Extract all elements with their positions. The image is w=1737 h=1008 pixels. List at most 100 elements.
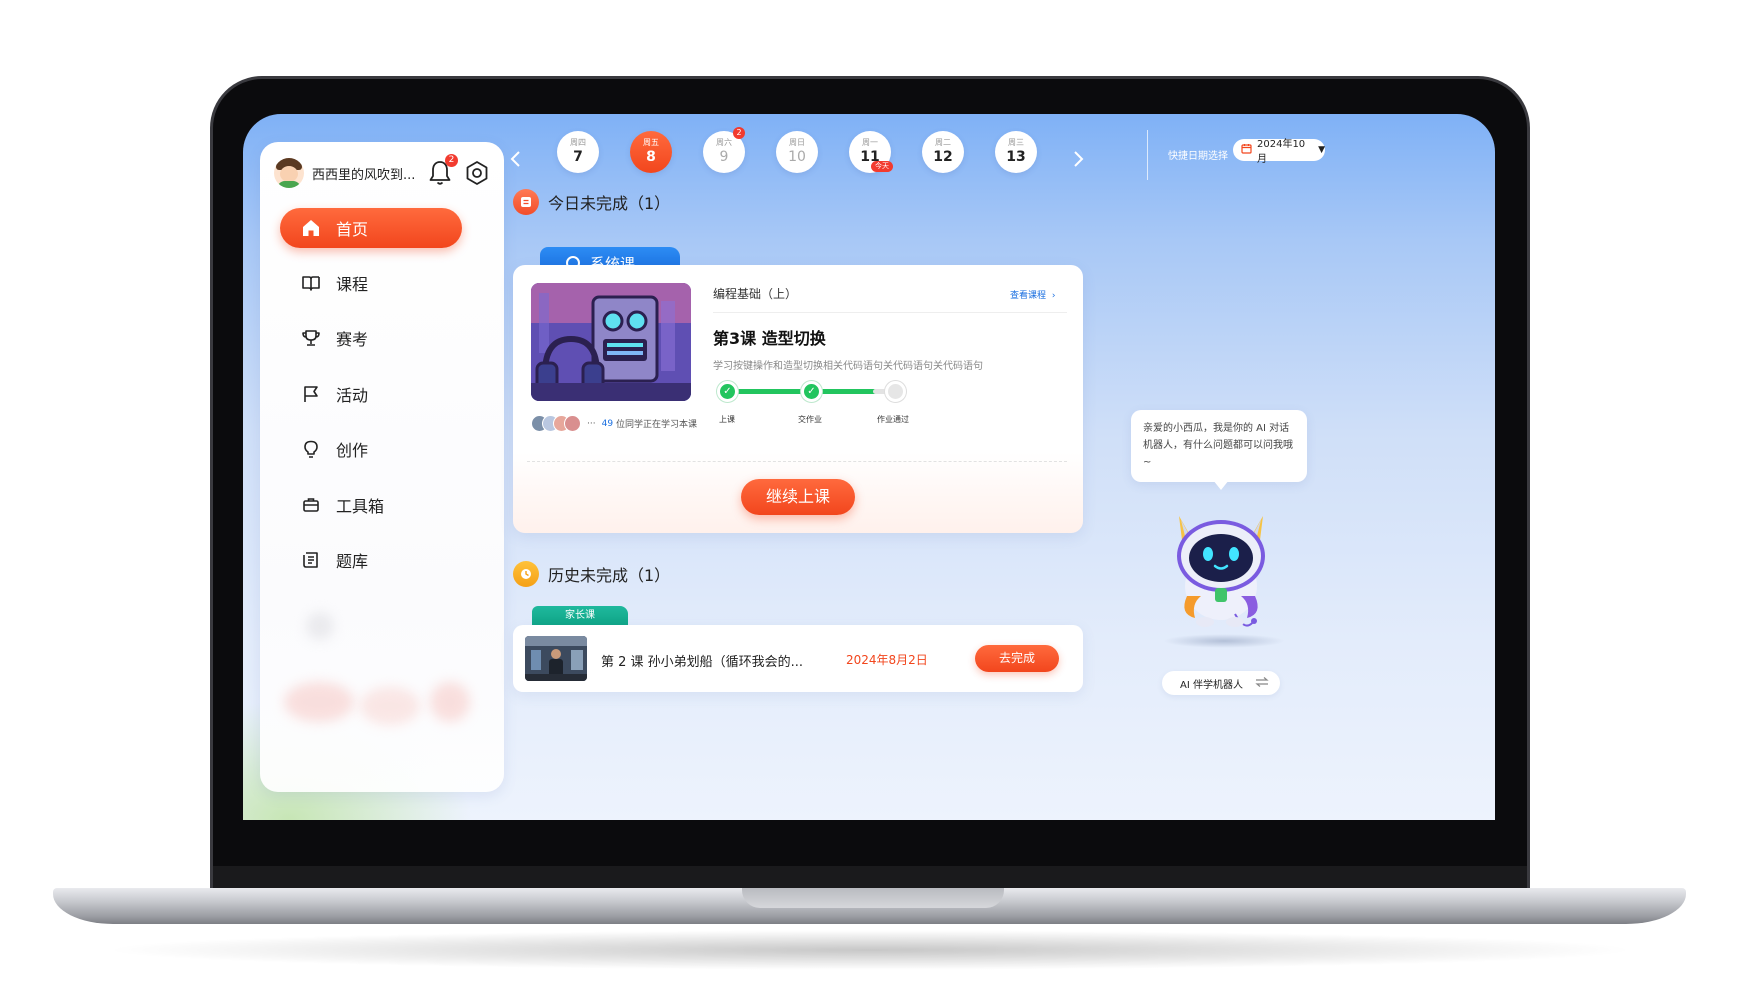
step-label: 交作业 bbox=[798, 415, 822, 424]
flag-icon bbox=[300, 383, 322, 405]
bubble-tail bbox=[1213, 480, 1229, 490]
laptop-shadow bbox=[100, 930, 1640, 970]
course-thumbnail[interactable] bbox=[531, 283, 691, 401]
profile-bar: 西西里的风吹到... 2 bbox=[274, 154, 494, 190]
toolbox-icon bbox=[300, 494, 322, 516]
sidebar-item-create[interactable]: 创作 bbox=[280, 429, 462, 469]
weekday-label: 周三 bbox=[1008, 138, 1024, 147]
profile-name[interactable]: 西西里的风吹到... bbox=[312, 164, 416, 183]
sidebar-item-label: 工具箱 bbox=[336, 497, 385, 516]
robot-speech-bubble: 亲爱的小西瓜，我是你的 AI 对话机器人，有什么问题都可以问我哦~ bbox=[1131, 410, 1307, 482]
sidebar-item-activities[interactable]: 活动 bbox=[280, 374, 462, 414]
link-label: 查看课程 bbox=[1010, 291, 1047, 301]
sidebar-item-label: 题库 bbox=[336, 552, 369, 571]
learners-count: 49 bbox=[601, 418, 614, 429]
weekday-label: 周五 bbox=[643, 138, 659, 147]
sidebar-item-exams[interactable]: 赛考 bbox=[280, 318, 462, 358]
date-number: 9 bbox=[719, 149, 729, 165]
divider bbox=[1147, 130, 1148, 180]
date-item[interactable]: 周日 10 bbox=[776, 131, 818, 173]
date-item-today[interactable]: 周一 11 今天 bbox=[849, 131, 893, 173]
step-done-check-icon: ✓ bbox=[801, 381, 822, 402]
ai-robot-switch[interactable]: AI 伴学机器人 bbox=[1162, 671, 1280, 695]
blurred-decoration bbox=[306, 612, 334, 640]
sidebar-item-question-bank[interactable]: 题库 bbox=[280, 540, 462, 580]
today-task-icon bbox=[513, 189, 539, 215]
step-done-check-icon: ✓ bbox=[717, 381, 738, 402]
view-course-link[interactable]: 查看课程 › bbox=[1010, 288, 1056, 301]
weekday-label: 周日 bbox=[789, 138, 805, 147]
section-title: 今日未完成（1） bbox=[548, 194, 671, 213]
next-week-arrow-icon[interactable] bbox=[1071, 148, 1085, 172]
calendar-icon bbox=[1241, 143, 1252, 157]
swap-icon bbox=[1255, 676, 1269, 690]
sidebar-item-label: 赛考 bbox=[336, 330, 369, 349]
step-label: 上课 bbox=[719, 415, 735, 424]
date-item[interactable]: 周六 9 2 bbox=[703, 127, 745, 173]
weekday-label: 周四 bbox=[570, 138, 586, 147]
laptop-bezel-bottom bbox=[213, 866, 1527, 890]
sidebar-item-label: 活动 bbox=[336, 386, 369, 405]
lesson-title: 第3课 造型切换 bbox=[713, 329, 826, 348]
quick-date-label: 快捷日期选择 bbox=[1168, 151, 1228, 162]
app-screen: 西西里的风吹到... 2 首页 课程 赛考 活动 创作 工具箱 题库 周四 7 … bbox=[243, 114, 1495, 820]
previous-week-arrow-icon[interactable] bbox=[509, 148, 523, 172]
today-section-heading: 今日未完成（1） bbox=[513, 189, 670, 215]
settings-icon[interactable] bbox=[464, 160, 490, 186]
dashed-divider bbox=[527, 461, 1067, 462]
book-icon bbox=[300, 272, 322, 294]
today-course-card: ··· 49 位同学正在学习本课 编程基础（上） 查看课程 › 第3课 造型切换… bbox=[513, 265, 1083, 533]
sidebar-item-label: 课程 bbox=[336, 275, 369, 294]
question-bank-icon bbox=[300, 549, 322, 571]
blurred-decoration bbox=[430, 682, 470, 722]
date-number: 8 bbox=[646, 149, 656, 165]
lightbulb-icon bbox=[300, 438, 322, 460]
caret-down-icon: ▼ bbox=[1318, 145, 1325, 155]
learners-info: ··· 49 位同学正在学习本课 bbox=[531, 415, 697, 432]
section-title: 历史未完成（1） bbox=[548, 566, 671, 585]
sidebar: 西西里的风吹到... 2 首页 课程 赛考 活动 创作 工具箱 题库 bbox=[260, 142, 504, 792]
blurred-decoration bbox=[360, 687, 420, 725]
divider bbox=[713, 312, 1067, 313]
weekday-label: 周一 bbox=[862, 138, 878, 147]
ai-robot-mascot[interactable] bbox=[1161, 504, 1281, 644]
course-name: 编程基础（上） bbox=[713, 287, 798, 301]
lesson-thumbnail[interactable] bbox=[525, 636, 587, 681]
history-section-heading: 历史未完成（1） bbox=[513, 561, 670, 587]
sidebar-item-label: 首页 bbox=[336, 220, 369, 239]
chevron-right-icon: › bbox=[1051, 291, 1056, 301]
date-badge: 2 bbox=[733, 127, 745, 139]
step-pending-icon bbox=[885, 381, 906, 402]
sidebar-item-toolbox[interactable]: 工具箱 bbox=[280, 485, 462, 525]
tab-parent-course[interactable]: 家长课 bbox=[532, 606, 628, 626]
date-item[interactable]: 周四 7 bbox=[557, 131, 599, 173]
learner-avatar bbox=[564, 415, 581, 432]
notification-badge: 2 bbox=[445, 154, 458, 167]
date-number: 12 bbox=[933, 149, 953, 165]
step-label: 作业通过 bbox=[877, 415, 909, 424]
sidebar-item-home[interactable]: 首页 bbox=[280, 208, 462, 248]
date-number: 13 bbox=[1006, 149, 1026, 165]
avatar[interactable] bbox=[274, 158, 304, 188]
history-lesson-title: 第 2 课 孙小弟划船（循环我会的... bbox=[601, 655, 804, 670]
date-item-selected[interactable]: 周五 8 bbox=[630, 131, 672, 173]
history-clock-icon bbox=[513, 561, 539, 587]
date-item[interactable]: 周二 12 bbox=[922, 131, 964, 173]
switch-label: AI 伴学机器人 bbox=[1180, 679, 1243, 691]
go-complete-button[interactable]: 去完成 bbox=[975, 645, 1059, 672]
weekday-label: 周二 bbox=[935, 138, 951, 147]
date-number: 10 bbox=[788, 149, 806, 165]
continue-class-button[interactable]: 继续上课 bbox=[741, 479, 855, 515]
history-lesson-date: 2024年8月2日 bbox=[846, 653, 928, 667]
date-item[interactable]: 周三 13 bbox=[995, 131, 1037, 173]
sidebar-item-courses[interactable]: 课程 bbox=[280, 263, 462, 303]
lesson-description: 学习按键操作和造型切换相关代码语句关代码语句关代码语句 bbox=[713, 361, 983, 372]
month-value: 2024年10月 bbox=[1257, 139, 1306, 165]
trophy-icon bbox=[300, 327, 322, 349]
date-number: 7 bbox=[573, 149, 583, 165]
bell-icon[interactable]: 2 bbox=[428, 154, 458, 186]
today-tag: 今天 bbox=[871, 161, 893, 172]
learners-text: 位同学正在学习本课 bbox=[616, 420, 698, 430]
month-select[interactable]: 2024年10月 ▼ bbox=[1233, 139, 1325, 165]
home-icon bbox=[300, 217, 322, 239]
